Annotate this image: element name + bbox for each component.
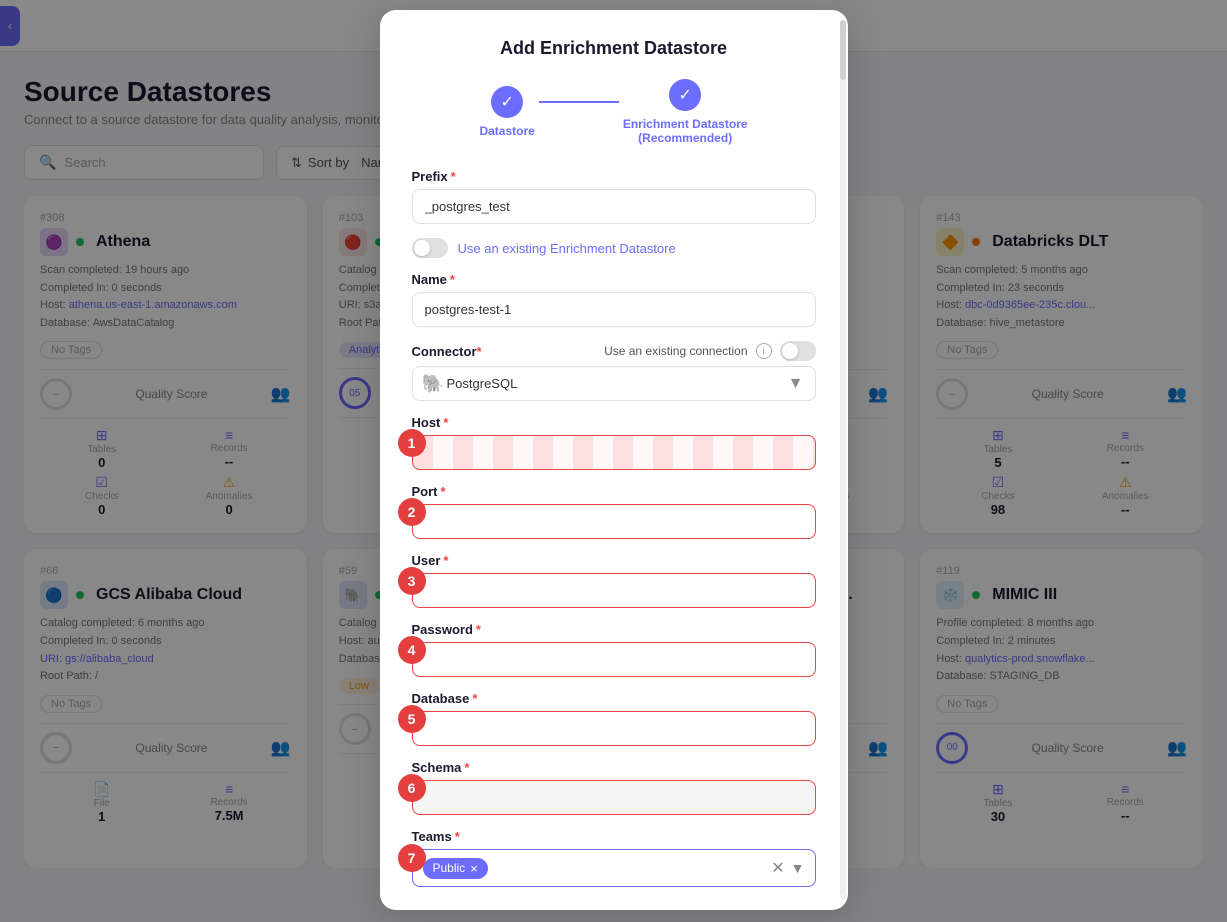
user-group: 3 User* (412, 553, 816, 608)
step-badge-2: 2 (398, 498, 426, 526)
prefix-label: Prefix* (412, 169, 816, 184)
host-group: 1 Host* (412, 415, 816, 470)
step-circle-1: ✓ (491, 86, 523, 118)
port-input[interactable] (412, 504, 816, 539)
name-input[interactable] (412, 292, 816, 327)
step-badge-5: 5 (398, 705, 426, 733)
team-tag-public: Public × (423, 858, 488, 879)
teams-dropdown-arrow[interactable]: ▼ (791, 860, 805, 876)
port-label: Port* (412, 484, 816, 499)
existing-conn-toggle[interactable] (780, 341, 816, 361)
user-input[interactable] (412, 573, 816, 608)
connector-group: Connector* Use an existing connection i … (412, 341, 816, 401)
password-group: 4 Password* (412, 622, 816, 677)
modal-scrollbar-track (840, 20, 846, 900)
user-label: User* (412, 553, 816, 568)
existing-conn-label: Use an existing connection (604, 344, 747, 358)
stepper: ✓ Datastore ✓ Enrichment Datastore(Recom… (412, 79, 816, 145)
teams-clear-button[interactable]: ✕ (771, 858, 784, 878)
step-badge-6: 6 (398, 774, 426, 802)
host-input[interactable] (412, 435, 816, 470)
step-label-1: Datastore (479, 124, 534, 138)
schema-group: 6 Schema* (412, 760, 816, 815)
connector-label: Connector* (412, 344, 482, 359)
step-badge-3: 3 (398, 567, 426, 595)
step-badge-4: 4 (398, 636, 426, 664)
toggle-label: Use an existing Enrichment Datastore (458, 241, 676, 256)
step-connector (539, 101, 619, 103)
step-label-2: Enrichment Datastore(Recommended) (623, 117, 748, 145)
schema-input[interactable] (412, 780, 816, 815)
add-enrichment-modal: Add Enrichment Datastore ✓ Datastore ✓ E… (380, 10, 848, 910)
existing-conn-row: Use an existing connection i (604, 341, 815, 361)
password-label: Password* (412, 622, 816, 637)
password-input[interactable] (412, 642, 816, 677)
step-enrichment: ✓ Enrichment Datastore(Recommended) (623, 79, 748, 145)
database-group: 5 Database* (412, 691, 816, 746)
existing-toggle[interactable] (412, 238, 448, 258)
team-tag-remove[interactable]: × (470, 861, 478, 876)
step-badge-1: 1 (398, 429, 426, 457)
prefix-group: Prefix* (412, 169, 816, 224)
modal-title: Add Enrichment Datastore (412, 38, 816, 59)
toggle-knob-2 (782, 343, 798, 359)
teams-label: Teams* (412, 829, 816, 844)
existing-toggle-row: Use an existing Enrichment Datastore (412, 238, 816, 258)
host-label: Host* (412, 415, 816, 430)
step-badge-7: 7 (398, 844, 426, 872)
schema-label: Schema* (412, 760, 816, 775)
postgresql-icon: 🐘 (422, 373, 444, 394)
team-tag-label: Public (433, 861, 466, 875)
modal-scrollbar-thumb[interactable] (840, 20, 846, 80)
teams-group: 7 Teams* Public × ✕ ▼ (412, 829, 816, 887)
connector-row: Connector* Use an existing connection i (412, 341, 816, 361)
database-label: Database* (412, 691, 816, 706)
connector-select-wrap: 🐘 PostgreSQL ▼ (412, 366, 816, 401)
info-icon: i (756, 343, 772, 359)
database-input[interactable] (412, 711, 816, 746)
step-circle-2: ✓ (669, 79, 701, 111)
prefix-input[interactable] (412, 189, 816, 224)
teams-input[interactable]: Public × ✕ ▼ (412, 849, 816, 887)
name-group: Name* (412, 272, 816, 327)
toggle-knob (414, 240, 430, 256)
step-datastore: ✓ Datastore (479, 86, 534, 138)
connector-select[interactable]: PostgreSQL (412, 366, 816, 401)
port-group: 2 Port* (412, 484, 816, 539)
name-label: Name* (412, 272, 816, 287)
